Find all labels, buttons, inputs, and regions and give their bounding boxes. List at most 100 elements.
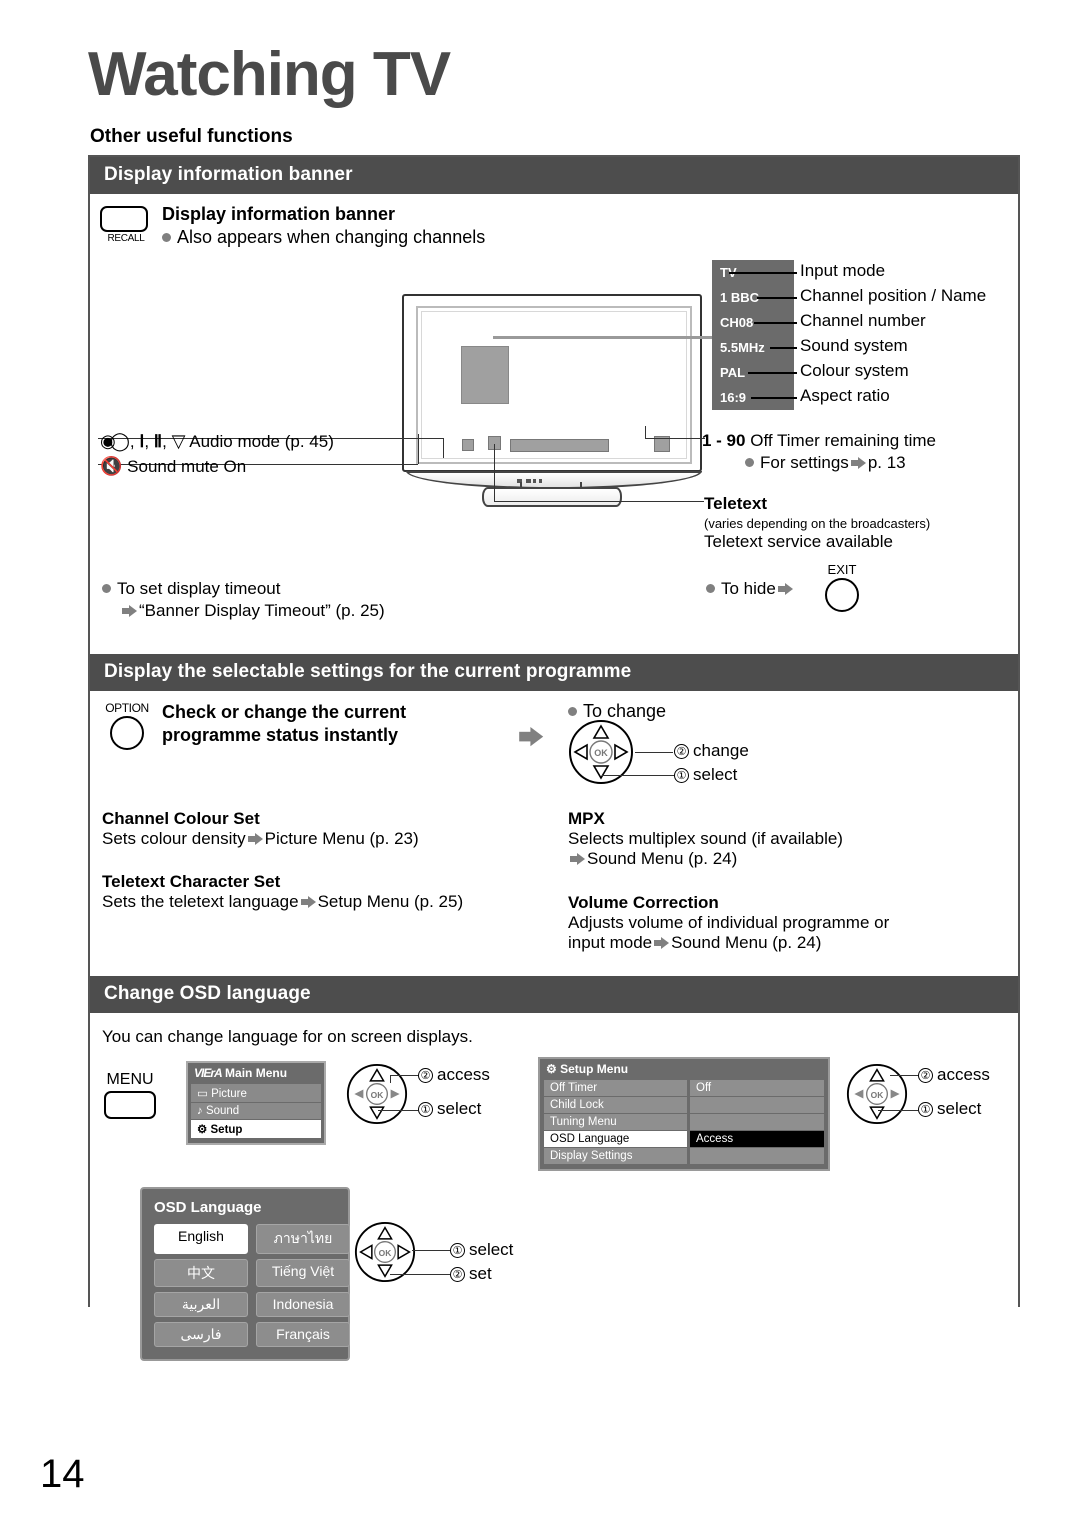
dpad-step-select: ① select	[674, 765, 737, 785]
main-menu-item-setup[interactable]: ⚙ Setup	[191, 1120, 321, 1138]
lang-option-arabic[interactable]: العربية	[154, 1292, 248, 1317]
option-heading: Check or change the current programme st…	[162, 701, 406, 748]
dpad3-step-set-label: set	[469, 1264, 492, 1283]
bullet-icon	[102, 584, 111, 593]
leader-line-teletext	[494, 501, 704, 502]
setup-menu-title: ⚙ Setup Menu	[540, 1059, 828, 1079]
exit-key[interactable]: EXIT	[812, 562, 872, 612]
lang-option-english[interactable]: English	[154, 1224, 248, 1254]
setup-row-display-settings[interactable]: Display Settings	[544, 1148, 824, 1164]
lang-option-vietnamese[interactable]: Tiếng Việt	[256, 1259, 350, 1287]
item-line2-pre: input mode	[568, 933, 653, 952]
dpad-icon[interactable]: OK	[846, 1063, 908, 1125]
banner-label-sound-system: Sound system	[800, 336, 908, 355]
step-number-1: ①	[418, 1102, 433, 1117]
lang-option-chinese[interactable]: 中文	[154, 1259, 248, 1287]
dpad-icon[interactable]: OK	[346, 1063, 408, 1125]
setup-row-name: Display Settings	[544, 1148, 687, 1164]
lang-option-persian[interactable]: فارسی	[154, 1322, 248, 1347]
manual-page: Watching TV Other useful functions Displ…	[0, 0, 1080, 1529]
banner-label-aspect-ratio: Aspect ratio	[800, 386, 890, 405]
sound-mute-text: Sound mute On	[127, 457, 247, 476]
main-menu-screen: VIErA Main Menu ▭ Picture ♪ Sound ⚙ Setu…	[186, 1061, 326, 1145]
dpad3-step-select-label: select	[469, 1240, 514, 1259]
exit-key-shape	[825, 578, 859, 612]
option-key[interactable]: OPTION	[96, 701, 158, 750]
leader-line-banner	[493, 336, 713, 339]
off-timer-page-ref: p. 13	[867, 453, 906, 472]
setup-row-tuning-menu[interactable]: Tuning Menu	[544, 1114, 824, 1130]
audio-mode-i-icon: Ⅰ	[139, 432, 145, 451]
svg-text:OK: OK	[594, 748, 608, 758]
setup-icon: ⚙	[546, 1062, 557, 1076]
main-menu-item-sound[interactable]: ♪ Sound	[191, 1103, 321, 1119]
dpad1-leader-access-v	[390, 1075, 391, 1083]
setup-row-name: Child Lock	[544, 1097, 687, 1113]
leader-line-offtimer	[645, 438, 705, 439]
tv-teletext-bar	[510, 439, 609, 452]
menu-key[interactable]: MENU	[98, 1071, 162, 1119]
arrow-right-icon	[300, 896, 316, 908]
osd-language-options: English ภาษาไทย 中文 Tiếng Việt العربية In…	[154, 1224, 350, 1347]
item-line2-post: Sound Menu (p. 24)	[671, 933, 822, 952]
dpad2-leader-access	[890, 1075, 918, 1076]
item-desc-pre: Sets colour density	[102, 829, 246, 848]
item-line2: Sound Menu (p. 24)	[568, 849, 843, 869]
setup-row-child-lock[interactable]: Child Lock	[544, 1097, 824, 1113]
item-volume-correction: Volume Correction Adjusts volume of indi…	[568, 893, 889, 953]
lang-option-thai[interactable]: ภาษาไทย	[256, 1224, 350, 1254]
option-key-shape	[110, 716, 144, 750]
setup-row-name: Off Timer	[544, 1080, 687, 1096]
setup-row-off-timer[interactable]: Off Timer Off	[544, 1080, 824, 1096]
main-menu-item-picture[interactable]: ▭ Picture	[191, 1084, 321, 1102]
teletext-title: Teletext	[704, 494, 767, 513]
dpad-cluster-main-menu[interactable]: OK	[346, 1063, 408, 1130]
setup-row-value: Access	[690, 1131, 824, 1147]
arrow-right-icon	[519, 727, 561, 759]
leader-line-mute-v	[418, 434, 419, 464]
dpad-step-select-label: select	[693, 765, 738, 784]
off-timer-range: 1 - 90	[702, 431, 746, 450]
bullet-icon	[706, 584, 715, 593]
display-timeout-line1: To set display timeout	[102, 579, 280, 599]
off-timer-settings-line: For settings p. 13	[745, 453, 906, 473]
section-body-display-information-banner: RECALL Display information banner Also a…	[90, 194, 1018, 654]
to-hide-text: To hide	[721, 579, 776, 598]
dpad-cluster-setup-menu[interactable]: OK	[846, 1063, 908, 1130]
section-body-selectable-settings: OPTION Check or change the current progr…	[90, 691, 1018, 976]
sound-icon: ♪	[197, 1105, 203, 1117]
step-number-2: ②	[674, 744, 689, 759]
setup-row-osd-language[interactable]: OSD Language Access	[544, 1131, 824, 1147]
dpad-leader-select	[602, 775, 674, 776]
tv-bezel	[402, 294, 702, 489]
banner-label-channel-number: Channel number	[800, 311, 926, 330]
dpad1-leader-access	[390, 1075, 418, 1076]
off-timer-settings-text: For settings	[760, 453, 849, 472]
mute-icon: 🔇	[100, 456, 123, 476]
osd-language-panel: OSD Language English ภาษาไทย 中文 Tiếng Vi…	[140, 1187, 350, 1361]
item-desc-pre: Sets the teletext language	[102, 892, 299, 911]
tv-banner-block	[461, 346, 509, 404]
banner-dash-1	[729, 272, 797, 274]
dpad2-leader-select	[878, 1110, 918, 1111]
arrow-right-icon	[777, 583, 793, 595]
exit-key-label: EXIT	[827, 562, 857, 577]
item-mpx: MPX Selects multiplex sound (if availabl…	[568, 809, 843, 869]
display-banner-note: Also appears when changing channels	[162, 227, 485, 248]
setup-row-name: Tuning Menu	[544, 1114, 687, 1130]
stereo-icon-2: ◯	[109, 431, 130, 451]
item-line1: Selects multiplex sound (if available)	[568, 829, 843, 848]
menu-key-shape	[104, 1091, 156, 1119]
setup-row-value: Off	[690, 1080, 824, 1096]
lang-option-french[interactable]: Français	[256, 1322, 350, 1347]
dpad1-leader-select	[378, 1110, 418, 1111]
dpad3-leader-set	[390, 1274, 450, 1275]
recall-key[interactable]: RECALL	[100, 206, 152, 244]
setup-icon: ⚙	[197, 1124, 208, 1136]
lang-option-indonesia[interactable]: Indonesia	[256, 1292, 350, 1317]
page-number: 14	[40, 1452, 85, 1496]
dpad-cluster-option[interactable]: OK	[568, 719, 634, 790]
dpad2-step-access-label: access	[937, 1065, 990, 1084]
dpad-cluster-language[interactable]: OK	[354, 1221, 416, 1288]
arrow-right-icon	[122, 605, 137, 617]
